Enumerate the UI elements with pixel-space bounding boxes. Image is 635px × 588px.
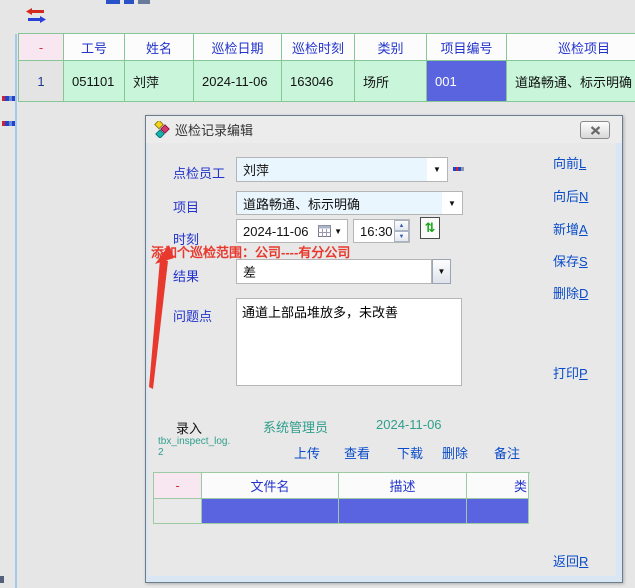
clock-value: 16:30 [354, 224, 394, 239]
category-cell[interactable]: 场所 [355, 61, 427, 102]
column-header[interactable]: 类 [467, 473, 529, 499]
entry-date: 2024-11-06 [376, 417, 442, 432]
column-header[interactable]: 文件名 [202, 473, 339, 499]
upload-link[interactable]: 上传 [294, 443, 320, 462]
result-value: 差 [237, 262, 431, 281]
project-combobox[interactable]: 道路畅通、标示明确 ▼ [236, 191, 463, 215]
clipped-corner-mark [0, 576, 4, 583]
spinner-up-icon[interactable]: ▲ [394, 220, 409, 231]
chevron-down-icon[interactable]: ▼ [442, 192, 462, 214]
records-icon [153, 121, 170, 138]
dialog-title: 巡检记录编辑 [175, 120, 253, 139]
back-link[interactable]: 返回R [553, 551, 588, 570]
problem-label: 问题点 [173, 306, 212, 325]
date-cell[interactable]: 2024-11-06 [194, 61, 282, 102]
column-header[interactable]: 工号 [64, 34, 125, 61]
inspection-table-header: - 工号 姓名 巡检日期 巡检时刻 类别 项目编号 巡检项目 [19, 34, 635, 61]
filename-cell[interactable] [202, 499, 339, 524]
spinner-down-icon[interactable]: ▼ [394, 231, 409, 242]
time-cell[interactable]: 163046 [282, 61, 355, 102]
item-no-cell-selected[interactable]: 001 [427, 61, 507, 102]
column-header[interactable]: 巡检时刻 [282, 34, 355, 61]
inspection-record-edit-dialog: 巡检记录编辑 点检员工 刘萍 ▼ 项目 道路畅通、标示明确 ▼ 时刻 2024-… [145, 115, 623, 583]
employee-label: 点检员工 [173, 163, 225, 182]
swap-arrows-icon[interactable] [26, 8, 46, 23]
clipped-more-mark [453, 167, 464, 171]
category-cell[interactable] [467, 499, 529, 524]
left-guide-line [15, 34, 17, 588]
refresh-icon: ⇅ [425, 220, 436, 236]
column-header[interactable]: - [154, 473, 202, 499]
file-delete-link[interactable]: 删除 [442, 443, 468, 462]
project-label: 项目 [173, 197, 199, 216]
add-link[interactable]: 新增A [553, 219, 588, 238]
dialog-content: 点检员工 刘萍 ▼ 项目 道路畅通、标示明确 ▼ 时刻 2024-11-06 ▼ [148, 143, 616, 576]
print-link[interactable]: 打印P [553, 363, 588, 382]
column-header[interactable]: 描述 [339, 473, 467, 499]
close-icon [590, 126, 601, 135]
chevron-down-icon: ▼ [438, 267, 446, 276]
column-header[interactable]: 巡检日期 [194, 34, 282, 61]
date-picker[interactable]: 2024-11-06 ▼ [236, 219, 348, 243]
entry-user: 系统管理员 [263, 417, 328, 436]
result-label: 结果 [173, 266, 199, 285]
entry-label: 录入 [176, 418, 202, 437]
save-link[interactable]: 保存S [553, 251, 588, 270]
column-header[interactable]: 姓名 [125, 34, 194, 61]
clipped-edge-text [2, 96, 15, 101]
inspection-table: - 工号 姓名 巡检日期 巡检时刻 类别 项目编号 巡检项目 1 051101 … [18, 33, 635, 102]
problem-textarea[interactable]: 通道上部品堆放多，未改善 [236, 298, 462, 386]
column-header[interactable]: 类别 [355, 34, 427, 61]
refresh-time-button[interactable]: ⇅ [420, 217, 440, 239]
table-ref-text: tbx_inspect_log. 2 [158, 436, 230, 458]
time-spinner[interactable]: ▲ ▼ [394, 220, 409, 242]
time-spinner-field[interactable]: 16:30 ▲ ▼ [353, 219, 410, 243]
chevron-down-icon[interactable]: ▼ [334, 227, 342, 236]
column-header[interactable]: 巡检项目 [507, 34, 635, 61]
nav-forward-link[interactable]: 向前L [553, 153, 586, 172]
row-number-cell[interactable] [154, 499, 202, 524]
project-value: 道路畅通、标示明确 [237, 192, 442, 214]
file-table: - 文件名 描述 类 [153, 472, 530, 524]
calendar-icon [318, 225, 331, 237]
file-table-header: - 文件名 描述 类 [154, 473, 530, 499]
dialog-titlebar[interactable]: 巡检记录编辑 [146, 116, 622, 143]
download-link[interactable]: 下载 [397, 443, 423, 462]
result-dropdown-button[interactable]: ▼ [432, 259, 451, 284]
emp-id-cell[interactable]: 051101 [64, 61, 125, 102]
file-table-empty-row[interactable] [154, 499, 530, 524]
row-number-cell[interactable]: 1 [19, 61, 64, 102]
column-header[interactable]: - [19, 34, 64, 61]
close-button[interactable] [580, 121, 610, 139]
remark-link[interactable]: 备注 [494, 443, 520, 462]
table-row[interactable]: 1 051101 刘萍 2024-11-06 163046 场所 001 道路畅… [19, 61, 635, 102]
employee-value: 刘萍 [237, 158, 427, 181]
result-combobox[interactable]: 差 [236, 259, 432, 284]
delete-link[interactable]: 删除D [553, 283, 588, 302]
app-window: { "top_table": { "headers": ["-", "工号", … [0, 0, 635, 588]
clipped-edge-text [2, 121, 15, 126]
view-link[interactable]: 查看 [344, 443, 370, 462]
item-cell[interactable]: 道路畅通、标示明确 [507, 61, 635, 102]
column-header[interactable]: 项目编号 [427, 34, 507, 61]
employee-combobox[interactable]: 刘萍 ▼ [236, 157, 448, 182]
description-cell[interactable] [339, 499, 467, 524]
name-cell[interactable]: 刘萍 [125, 61, 194, 102]
date-value: 2024-11-06 [237, 224, 318, 239]
clipped-toolbar-text [106, 0, 226, 5]
chevron-down-icon[interactable]: ▼ [427, 158, 447, 181]
nav-backward-link[interactable]: 向后N [553, 186, 588, 205]
